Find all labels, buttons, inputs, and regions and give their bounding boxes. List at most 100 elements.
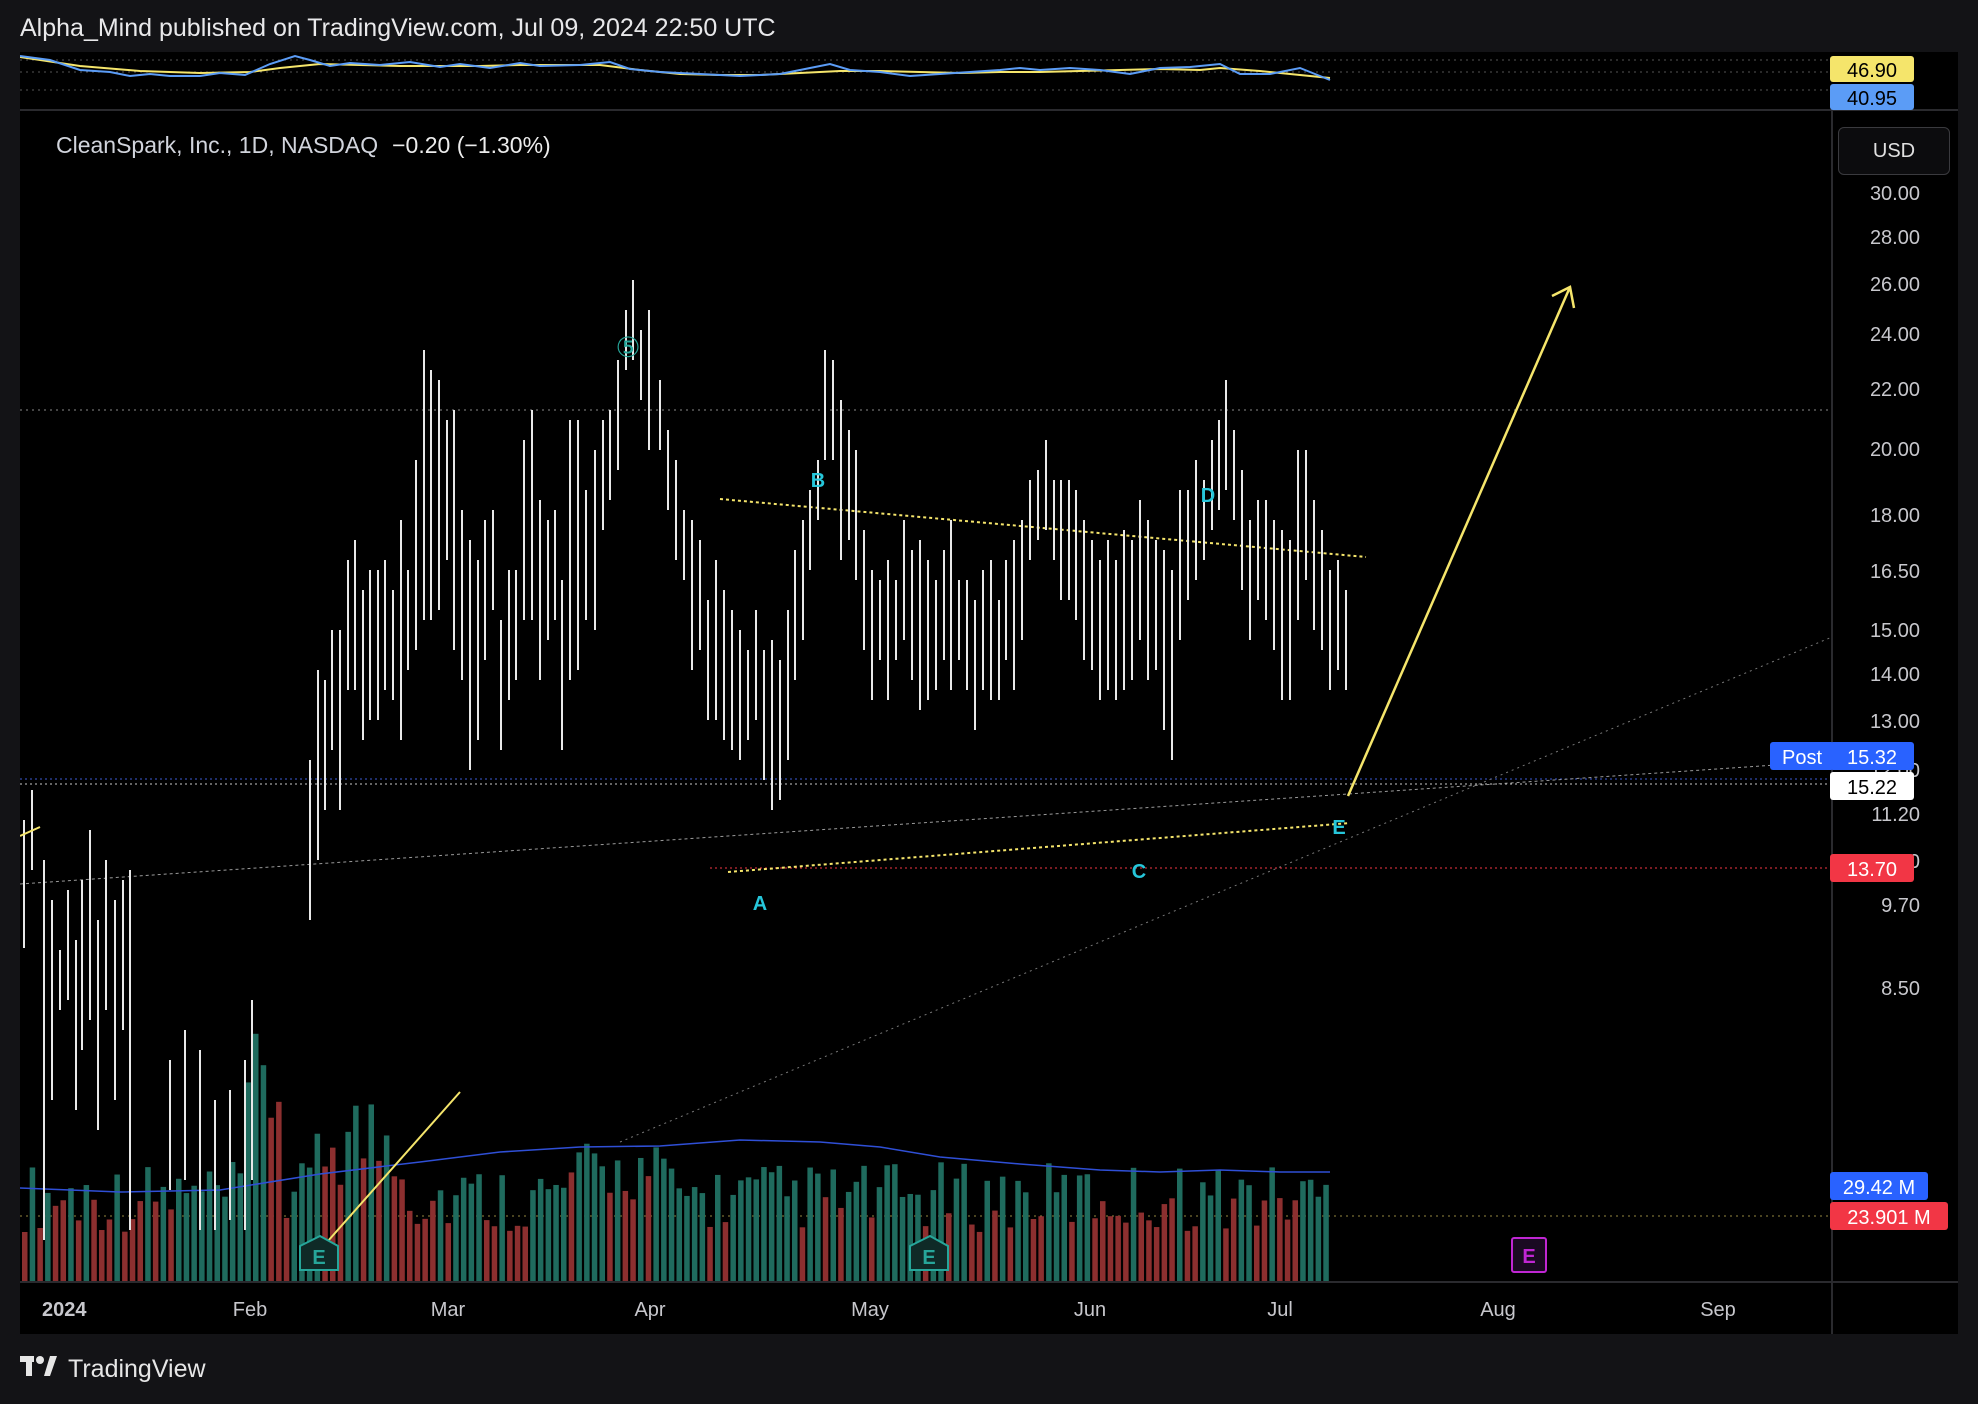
time-axis-label: Apr (634, 1299, 665, 1321)
volume-bar (1084, 1174, 1091, 1282)
volume-bar (399, 1179, 405, 1282)
time-axis-label: May (851, 1299, 889, 1321)
lower-trendline (20, 761, 1821, 885)
chart-canvas[interactable]: ⑤ A B C D E E E E 2024 Feb Mar Apr May Jun Jul… (20, 52, 1958, 1334)
volume-bar (815, 1173, 821, 1282)
volume-ma-label: 29.42 M (1830, 1172, 1928, 1200)
volume-bar (276, 1101, 282, 1282)
volume-bar (845, 1191, 852, 1282)
volume-bar (376, 1160, 382, 1282)
post-label: Post (1770, 742, 1834, 770)
volume-bar (537, 1178, 544, 1282)
svg-text:15.22: 15.22 (1847, 777, 1897, 799)
wave-label-e: E (1332, 817, 1345, 839)
volume-bar (152, 1201, 159, 1282)
volume-bar (776, 1165, 783, 1282)
price-tick-label: 16.50 (1870, 561, 1920, 583)
volume-bar (1115, 1215, 1121, 1282)
price-tick-label: 13.00 (1870, 711, 1920, 733)
volume-bar (407, 1210, 413, 1282)
symbol-legend[interactable]: CleanSpark, Inc., 1D, NASDAQ −0.20 (−1.30… (56, 132, 551, 159)
post-price-label: 15.32 (1830, 742, 1914, 770)
projection-arrow[interactable] (1346, 285, 1576, 797)
volume-bar (453, 1195, 459, 1282)
volume-bar (268, 1117, 274, 1282)
time-axis-label: Sep (1700, 1299, 1736, 1321)
volume-bar (722, 1222, 729, 1282)
volume-bar (45, 1192, 51, 1282)
volume-bar (961, 1163, 967, 1282)
volume-bar (707, 1226, 713, 1282)
volume-bar (1177, 1168, 1183, 1282)
tradingview-logo[interactable]: TradingView (20, 1354, 206, 1385)
price-tick-label: 22.00 (1870, 379, 1920, 401)
indicator-pane (20, 54, 1958, 111)
volume-bar (1092, 1218, 1098, 1282)
volume-bar (1169, 1198, 1175, 1282)
volume-bar (68, 1188, 74, 1282)
volume-bar (884, 1165, 890, 1282)
volume-bar (360, 1158, 367, 1282)
volume-bar (183, 1193, 190, 1282)
svg-text:13.70: 13.70 (1847, 859, 1897, 881)
time-axis[interactable]: 2024 Feb Mar Apr May Jun Jul Aug Sep (42, 1299, 1736, 1321)
volume-bar (253, 1033, 259, 1282)
price-change: −0.20 (−1.30%) (392, 132, 551, 158)
wave-label-b: B (811, 470, 825, 492)
volume-bar (468, 1183, 475, 1282)
publication-header: Alpha_Mind published on TradingView.com,… (20, 14, 776, 42)
volume-bar (630, 1199, 636, 1282)
indicator-value-40-95: 40.95 (1830, 84, 1914, 110)
currency-button[interactable]: USD (1838, 127, 1950, 175)
volume-bar (1277, 1198, 1283, 1282)
volume-bar (1007, 1227, 1014, 1282)
volume-bar (514, 1225, 521, 1282)
volume-bar (876, 1187, 883, 1282)
volume-bar (691, 1187, 698, 1282)
earnings-marker-aug[interactable]: E (1511, 1237, 1547, 1273)
volume-bar (137, 1201, 143, 1282)
svg-text:E: E (312, 1247, 325, 1269)
volume-bar (206, 1171, 213, 1282)
triangle-lower-line (727, 822, 1351, 873)
volume-bar (1030, 1219, 1037, 1282)
volume-bar (522, 1226, 528, 1282)
wave-label-d: D (1201, 485, 1215, 507)
volume-bar (653, 1147, 659, 1282)
volume-bar (437, 1190, 444, 1282)
volume-bar (191, 1185, 197, 1282)
volume-bar (614, 1160, 621, 1282)
volume-bar (892, 1164, 898, 1282)
volume-bar (222, 1196, 228, 1282)
volume-bar (1292, 1200, 1298, 1282)
volume-bar (1307, 1179, 1314, 1282)
volume-bar (1269, 1167, 1275, 1282)
volume-bar (838, 1207, 844, 1282)
volume-bar (414, 1223, 421, 1282)
symbol-name: CleanSpark, Inc., 1D, NASDAQ (56, 132, 379, 158)
volume-bar (99, 1230, 105, 1282)
volume-bar (145, 1167, 151, 1282)
volume-bar (1284, 1219, 1291, 1282)
volume-bar (730, 1194, 736, 1282)
volume-bar (1200, 1182, 1206, 1282)
volume-bar (699, 1193, 706, 1282)
volume-bar (553, 1184, 559, 1282)
volume-bar (114, 1174, 120, 1282)
chart-frame[interactable]: ⑤ A B C D E E E E 2024 Feb Mar Apr May Jun Jul… (20, 52, 1958, 1334)
price-tick-label: 15.00 (1870, 620, 1920, 642)
volume-bar (422, 1218, 428, 1282)
volume-bar (738, 1180, 744, 1282)
rising-channel-line (619, 636, 1833, 1143)
volume-bar (1138, 1212, 1144, 1282)
volume-bar (599, 1166, 605, 1282)
volume-bar (853, 1181, 860, 1282)
volume-bar (1038, 1216, 1044, 1282)
volume-bar (822, 1197, 829, 1282)
indicator-value-46-90: 46.90 (1830, 56, 1914, 82)
wave-five-label: ⑤ (615, 331, 640, 364)
volume-bar (1015, 1180, 1021, 1282)
last-price-label: 15.22 (1830, 772, 1914, 800)
volume-bar (353, 1105, 359, 1282)
svg-text:E: E (1522, 1246, 1535, 1268)
